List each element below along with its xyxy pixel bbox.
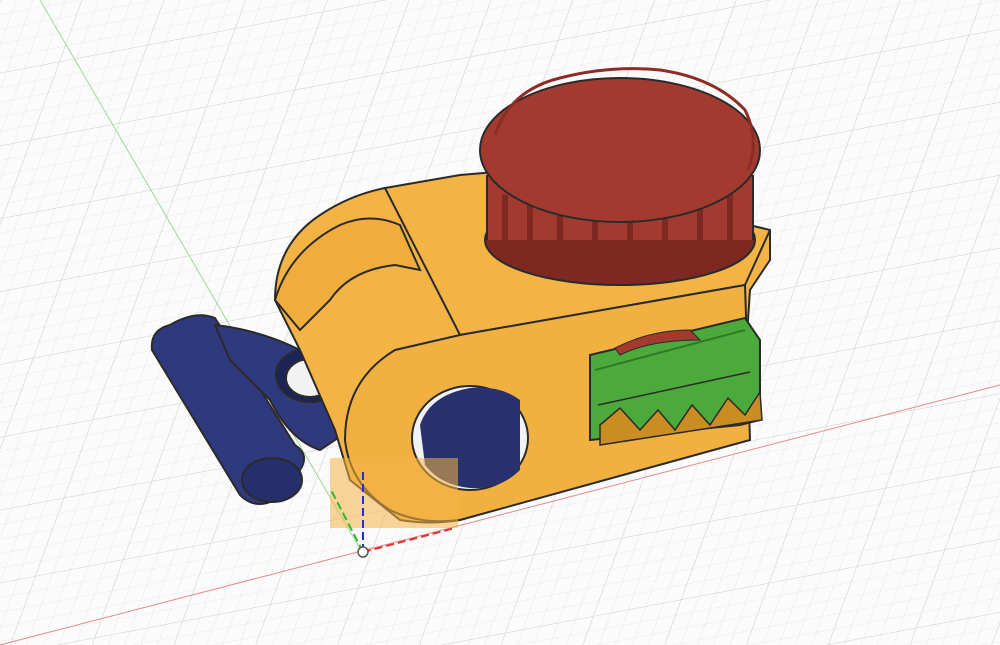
origin-plane-highlight [330,458,458,528]
knob[interactable] [479,67,761,286]
viewport-canvas[interactable] [0,0,1000,645]
lever-barrel-end[interactable] [241,457,303,503]
3d-viewport[interactable] [0,0,1000,645]
knob-top[interactable] [479,77,761,223]
origin-point-icon[interactable] [357,546,369,558]
